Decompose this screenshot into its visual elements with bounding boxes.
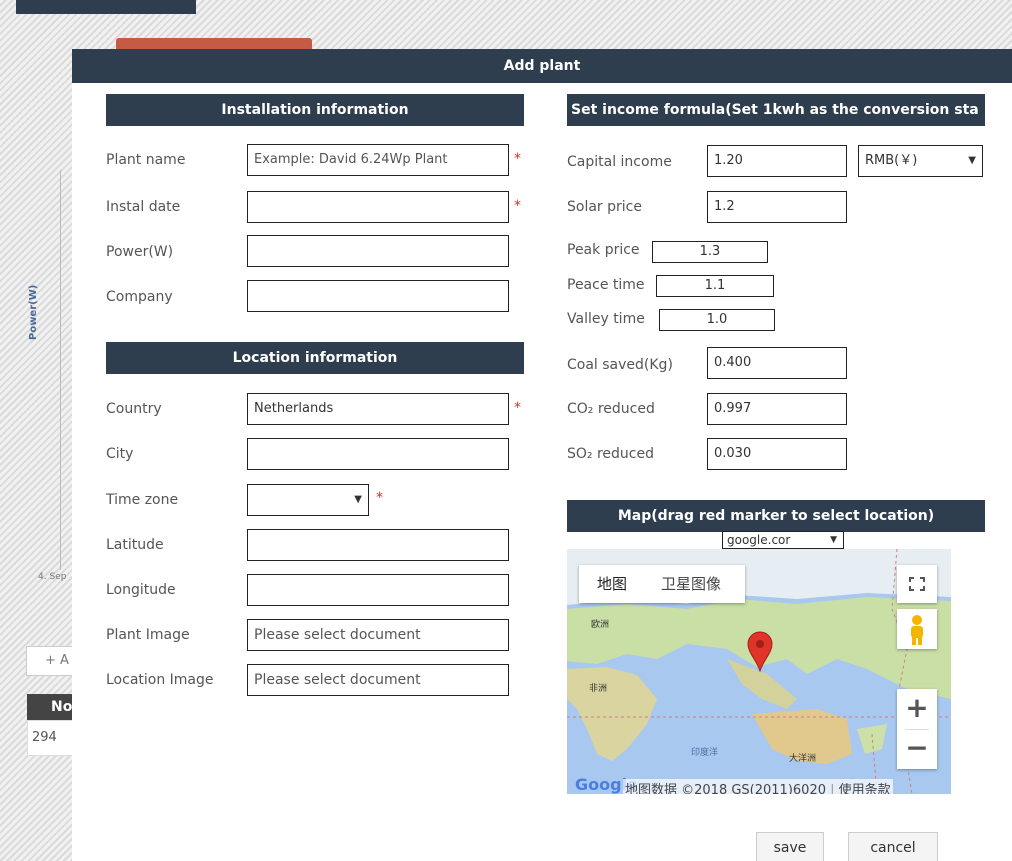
timezone-select[interactable]: ▼	[247, 484, 369, 516]
peak-price-label: Peak price	[567, 242, 640, 258]
plant-name-input[interactable]: Example: David 6.24Wp Plant	[247, 144, 509, 176]
installation-section-header: Installation information	[106, 94, 524, 126]
valley-time-label: Valley time	[567, 311, 645, 327]
background-chart-axis	[60, 170, 61, 570]
city-input[interactable]	[247, 438, 509, 470]
map-label-indian-ocean: 印度洋	[691, 748, 719, 758]
solar-price-input[interactable]: 1.2	[707, 191, 847, 223]
longitude-label: Longitude	[106, 582, 176, 598]
instal-date-label: Instal date	[106, 199, 181, 215]
chevron-down-icon: ▼	[354, 494, 362, 505]
plant-image-file-input[interactable]: Please select document	[247, 619, 509, 651]
city-label: City	[106, 446, 134, 462]
map-label-oceania: 大洋洲	[789, 754, 817, 764]
map-label-europe: 欧洲	[591, 620, 610, 630]
required-marker: *	[514, 198, 521, 214]
peace-time-label: Peace time	[567, 277, 645, 293]
coal-saved-label: Coal saved(Kg)	[567, 357, 673, 373]
map-type-control: 地图 卫星图像	[579, 565, 745, 603]
latitude-input[interactable]	[247, 529, 509, 561]
location-image-file-input[interactable]: Please select document	[247, 664, 509, 696]
background-table-header: No	[27, 694, 77, 720]
power-input[interactable]	[247, 235, 509, 267]
fullscreen-button[interactable]	[897, 565, 937, 603]
map-provider-select[interactable]: google.cor ▼	[722, 531, 844, 549]
country-label: Country	[106, 401, 162, 417]
dialog-title: Add plant	[72, 49, 1012, 83]
plant-image-label: Plant Image	[106, 627, 190, 643]
save-button[interactable]: save	[756, 832, 824, 861]
longitude-input[interactable]	[247, 574, 509, 606]
background-top-bar	[16, 0, 196, 14]
map-attribution-text: 地图数据 ©2018 GS(2011)6020	[625, 783, 826, 794]
capital-income-input[interactable]: 1.20	[707, 145, 847, 177]
country-input[interactable]: Netherlands	[247, 393, 509, 425]
location-image-label: Location Image	[106, 672, 214, 688]
map-type-map-button[interactable]: 地图	[597, 573, 627, 594]
peak-price-input[interactable]: 1.3	[652, 241, 768, 263]
location-marker-icon[interactable]	[747, 631, 773, 673]
background-chart-xtick: 4. Sep	[38, 572, 67, 582]
coal-saved-input[interactable]: 0.400	[707, 347, 847, 379]
company-input[interactable]	[247, 280, 509, 312]
income-section-header: Set income formula(Set 1kwh as the conve…	[567, 94, 985, 126]
power-label: Power(W)	[106, 244, 174, 260]
co2-reduced-label: CO₂ reduced	[567, 401, 655, 417]
zoom-control: + −	[897, 689, 937, 769]
required-marker: *	[514, 151, 521, 167]
required-marker: *	[514, 400, 521, 416]
street-view-button[interactable]	[897, 609, 937, 649]
chevron-down-icon: ▼	[968, 155, 976, 166]
company-label: Company	[106, 289, 173, 305]
valley-time-input[interactable]: 1.0	[659, 309, 775, 331]
map-terms-link[interactable]: 使用条款	[839, 783, 891, 794]
timezone-label: Time zone	[106, 492, 179, 508]
map-attribution: 地图数据 ©2018 GS(2011)6020 | 使用条款	[623, 779, 893, 794]
fullscreen-icon	[909, 577, 925, 591]
pegman-icon	[911, 615, 923, 645]
peace-time-input[interactable]: 1.1	[656, 275, 774, 297]
solar-price-label: Solar price	[567, 199, 642, 215]
cancel-button[interactable]: cancel	[848, 832, 938, 861]
plant-name-label: Plant name	[106, 152, 186, 168]
location-section-header: Location information	[106, 342, 524, 374]
co2-reduced-input[interactable]: 0.997	[707, 393, 847, 425]
zoom-out-button[interactable]: −	[897, 729, 937, 769]
currency-value: RMB(￥)	[865, 153, 918, 168]
latitude-label: Latitude	[106, 537, 164, 553]
add-plant-dialog: Add plant Installation information Plant…	[72, 49, 1012, 861]
required-marker: *	[376, 490, 383, 506]
background-chart-ylabel: Power(W)	[28, 284, 39, 340]
instal-date-input[interactable]	[247, 191, 509, 223]
so2-reduced-label: SO₂ reduced	[567, 446, 654, 462]
chevron-down-icon: ▼	[830, 535, 837, 545]
map-section-header: Map(drag red marker to select location)	[567, 500, 985, 532]
capital-income-label: Capital income	[567, 154, 672, 170]
map-provider-value: google.cor	[727, 533, 791, 547]
zoom-in-button[interactable]: +	[897, 689, 937, 729]
so2-reduced-input[interactable]: 0.030	[707, 438, 847, 470]
currency-select[interactable]: RMB(￥) ▼	[858, 145, 983, 177]
location-map[interactable]: 地图 卫星图像 + − 欧洲 非洲 印度洋 大洋洲 Google 地图数据 ©2…	[567, 549, 951, 794]
map-label-africa: 非洲	[589, 684, 608, 694]
map-type-satellite-button[interactable]: 卫星图像	[661, 573, 721, 594]
